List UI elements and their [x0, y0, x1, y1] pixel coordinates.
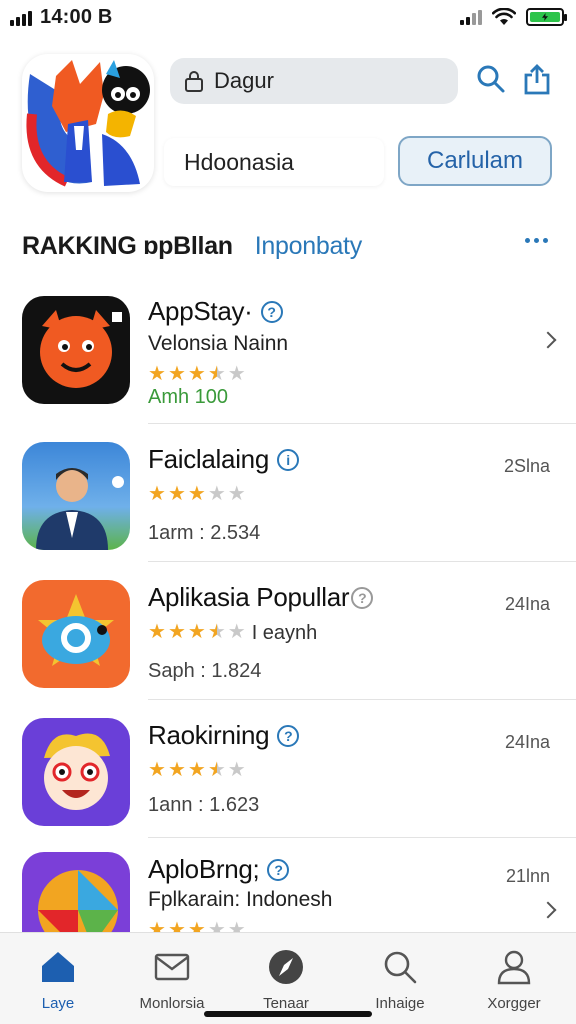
chevron-right-icon[interactable] [539, 331, 557, 349]
tab-explore[interactable]: Tenaar [236, 947, 336, 1012]
rating-caption: I eaynh [251, 622, 318, 644]
search-icon [380, 947, 420, 987]
app-icon [22, 718, 130, 826]
cta-button[interactable]: Carlulam [398, 136, 552, 186]
star-rating: ★ ★ ★ ★ ★ [148, 363, 246, 385]
app-name: AploBrng;? [148, 854, 290, 885]
list-item[interactable]: Raokirning? ★ ★ ★ ★ ★ 1ann : 1.623 24Ina [0, 702, 576, 838]
app-size: 2Slna [503, 456, 550, 476]
profile-icon [494, 947, 534, 987]
search-input[interactable]: Dagur [214, 68, 274, 94]
app-icon [22, 852, 130, 932]
app-size: 24Ina [504, 594, 550, 614]
battery-icon [526, 8, 567, 26]
section-title: RAKKING ɒpBllan [22, 231, 233, 260]
list-item[interactable]: Aplikasia Popullar? ★ ★ ★ ★ ★ I eaynh Saph :… [0, 564, 576, 700]
mail-icon [152, 947, 192, 987]
app-icon [22, 580, 130, 688]
more-icon[interactable] [525, 238, 548, 243]
signal-icon [10, 10, 32, 26]
cellular-icon [460, 9, 482, 25]
app-subtitle: Fplkarain: Indonesh [148, 888, 333, 911]
app-name: Aplikasia Popullar? [148, 582, 374, 613]
status-bar: 14:00 B [0, 0, 576, 34]
tab-label: Monlorsia [139, 995, 205, 1012]
app-name: Faiclalaing i [148, 444, 299, 475]
app-subtitle: Velonsia Nainn [148, 332, 289, 355]
region-field[interactable]: Hdoonasia [164, 138, 384, 186]
help-icon[interactable]: ? [351, 587, 374, 609]
share-icon[interactable] [520, 62, 554, 96]
divider [148, 699, 576, 700]
divider [148, 423, 576, 424]
tab-label: Inhaige [375, 995, 425, 1012]
status-time: 14:00 B [40, 6, 113, 28]
chevron-right-icon[interactable] [539, 901, 557, 919]
tab-profile[interactable]: Xorgger [464, 947, 564, 1012]
help-icon[interactable]: ? [277, 725, 300, 747]
app-meta: 1ann : 1.623 [148, 794, 260, 816]
tab-mail[interactable]: Monlorsia [122, 947, 222, 1012]
app-size: 21lnn [505, 866, 550, 886]
tab-label: Laye [41, 995, 75, 1012]
home-indicator [204, 1011, 372, 1017]
search-icon[interactable] [474, 62, 508, 96]
help-icon[interactable]: ? [260, 301, 283, 323]
app-icon [22, 442, 130, 550]
app-meta: Saph : 1.824 [148, 660, 262, 682]
list-item[interactable]: AploBrng;? Fplkarain: Indonesh ★ ★ ★ ★ ★ 21l… [0, 838, 576, 932]
section-header: RAKKING ɒpBllan Inponbaty [22, 226, 554, 266]
compass-icon [266, 947, 306, 987]
home-icon [38, 947, 78, 987]
app-size: 24Ina [504, 732, 550, 752]
tab-label: Xorgger [487, 995, 541, 1012]
list-item[interactable]: Faiclalaing i ★ ★ ★ ★ ★ 1arm : 2.534 2Slna [0, 426, 576, 562]
search-bar[interactable]: Dagur [170, 58, 458, 104]
app-name: Raokirning? [148, 720, 300, 751]
tab-label: Tenaar [263, 995, 309, 1012]
lock-icon [185, 71, 203, 92]
star-rating: ★ ★ ★ ★ ★ I eaynh [148, 621, 318, 644]
help-icon[interactable]: ? [267, 859, 290, 881]
app-meta: 1arm : 2.534 [148, 522, 261, 544]
app-logo [22, 54, 154, 192]
star-rating: ★ ★ ★ ★ ★ [148, 759, 246, 781]
divider [148, 561, 576, 562]
status-left: 14:00 B [10, 6, 113, 29]
star-rating: ★ ★ ★ ★ ★ [148, 919, 246, 932]
star-rating: ★ ★ ★ ★ ★ [148, 483, 246, 505]
list-item[interactable]: AppStay·? Velonsia Nainn ★ ★ ★ ★ ★ Amh 100 [0, 288, 576, 424]
tab-search[interactable]: Inhaige [350, 947, 450, 1012]
status-right [460, 8, 567, 26]
app-name: AppStay·? [148, 296, 283, 327]
section-tab[interactable]: Inponbaty [255, 232, 362, 261]
tab-home[interactable]: Laye [8, 947, 108, 1012]
wifi-icon [492, 8, 516, 25]
app-icon [22, 296, 130, 404]
info-icon[interactable]: i [277, 449, 299, 471]
app-meta: Amh 100 [148, 386, 229, 408]
